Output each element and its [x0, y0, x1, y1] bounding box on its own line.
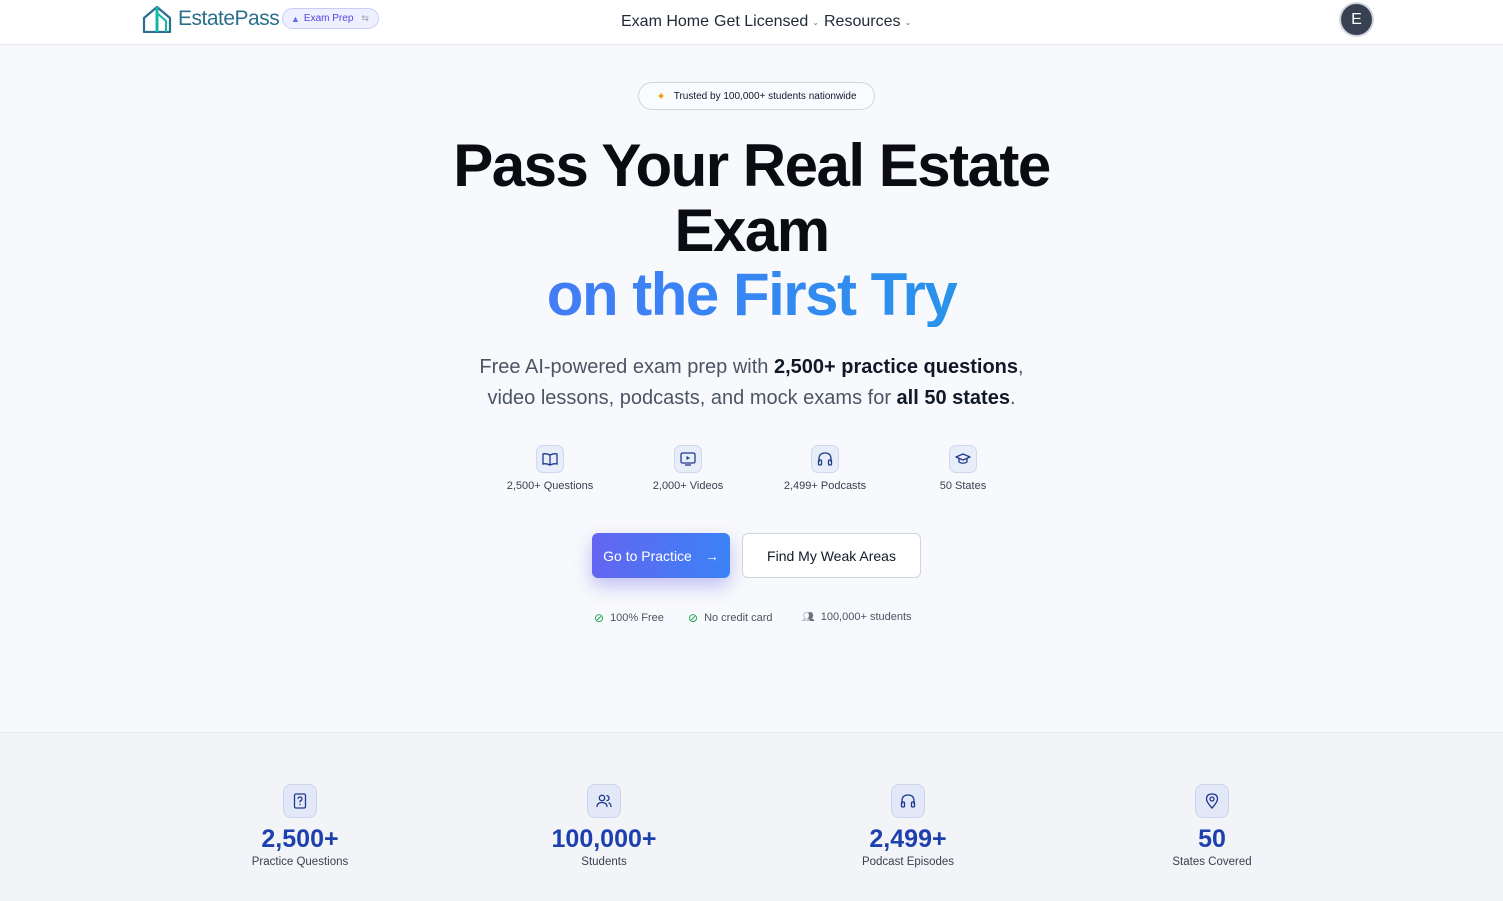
stat-caption: Students: [581, 856, 627, 868]
feature-label: 2,499+ Podcasts: [783, 480, 867, 492]
feature-questions: 2,500+ Questions: [480, 445, 620, 492]
feature-podcasts: 2,499+ Podcasts: [755, 445, 895, 492]
nav-label: Exam Home: [621, 13, 710, 30]
perk-free: ⊘ 100% Free: [594, 611, 664, 625]
exam-prep-label: Exam Prep: [303, 13, 354, 24]
users-icon: 👥︎: [802, 611, 815, 623]
chevron-down-icon: ⌄: [812, 17, 819, 27]
stat-value: 2,500+: [261, 825, 339, 853]
feature-label: 50 States: [939, 480, 987, 492]
chevron-down-icon: ⌄: [904, 17, 912, 27]
hero-title-line1: Pass Your Real Estate: [453, 132, 1051, 199]
nav-label: Get Licensed: [714, 13, 809, 30]
nav-exam-home[interactable]: Exam Home: [621, 13, 709, 31]
house-logo-icon: [142, 5, 172, 33]
brand-name: EstatePass: [178, 7, 280, 30]
stats-section: 2,500+ Practice Questions 100,000+ Stude…: [0, 732, 1503, 901]
subtitle-emphasis: 2,500+ practice questions: [774, 356, 1019, 378]
hero-title-line2: Exam: [674, 197, 830, 264]
stat-value: 2,499+: [869, 825, 947, 853]
swap-icon: ⇆: [361, 13, 369, 23]
perk-no-credit-card: ⊘ No credit card: [688, 611, 773, 625]
brand-logo[interactable]: EstatePass: [141, 5, 280, 33]
question-file-icon: [283, 784, 317, 818]
check-circle-icon: ⊘: [594, 611, 605, 625]
trust-badge: ✦ Trusted by 100,000+ students nationwid…: [638, 82, 875, 110]
check-circle-icon: ⊘: [688, 611, 699, 625]
stat-caption: Podcast Episodes: [861, 856, 955, 868]
exam-prep-badge[interactable]: ▲ Exam Prep ⇆: [282, 8, 379, 29]
feature-label: 2,000+ Videos: [652, 480, 724, 492]
find-weak-areas-button[interactable]: Find My Weak Areas: [742, 533, 921, 578]
perk-label: 100% Free: [610, 612, 664, 624]
headphones-icon: [891, 784, 925, 818]
hero-title-highlight: on the First Try: [0, 263, 1503, 327]
hero-subtitle-line1: Free AI-powered exam prep with 2,500+ pr…: [0, 352, 1503, 383]
trust-text: Trusted by 100,000+ students nationwide: [673, 90, 857, 102]
button-label: Find My Weak Areas: [767, 547, 896, 564]
users-icon: [587, 784, 621, 818]
stat-value: 100,000+: [551, 825, 657, 853]
perk-students: 👥︎ 100,000+ students: [802, 611, 912, 623]
nav-resources[interactable]: Resources ⌄: [824, 13, 911, 31]
feature-videos: 2,000+ Videos: [618, 445, 758, 492]
map-pin-icon: [1195, 784, 1229, 818]
stat-value: 50: [1198, 825, 1226, 853]
button-label: Go to Practice: [603, 547, 692, 564]
subtitle-text: video lessons, podcasts, and mock exams …: [487, 387, 897, 409]
arrow-right-icon: →: [704, 547, 719, 564]
sparkle-icon: ✦: [656, 90, 666, 103]
book-icon: [536, 445, 564, 473]
subtitle-text: ,: [1018, 356, 1024, 378]
headphones-icon: [811, 445, 839, 473]
stat-caption: States Covered: [1172, 856, 1252, 868]
graduation-cap-icon: [949, 445, 977, 473]
perk-label: No credit card: [704, 612, 773, 624]
stat-students: 100,000+ Students: [494, 784, 714, 868]
graduation-cap-icon: ▲: [291, 13, 300, 24]
stat-caption: Practice Questions: [251, 856, 349, 868]
stat-states: 50 States Covered: [1102, 784, 1322, 868]
hero-subtitle-line2: video lessons, podcasts, and mock exams …: [0, 383, 1503, 414]
subtitle-text: .: [1009, 387, 1016, 409]
user-avatar[interactable]: E: [1341, 4, 1372, 35]
nav-label: Resources: [824, 13, 901, 30]
stat-podcasts: 2,499+ Podcast Episodes: [798, 784, 1018, 868]
stat-questions: 2,500+ Practice Questions: [190, 784, 410, 868]
top-nav: EstatePass ▲ Exam Prep ⇆ Exam Home Get L…: [0, 0, 1503, 45]
perk-label: 100,000+ students: [820, 611, 912, 623]
subtitle-emphasis: all 50 states: [896, 387, 1010, 409]
video-icon: [674, 445, 702, 473]
go-to-practice-button[interactable]: Go to Practice →: [592, 533, 730, 578]
nav-get-licensed[interactable]: Get Licensed ⌄: [714, 13, 819, 31]
feature-label: 2,500+ Questions: [506, 480, 594, 492]
subtitle-text: Free AI-powered exam prep with: [479, 356, 774, 378]
feature-states: 50 States: [893, 445, 1033, 492]
